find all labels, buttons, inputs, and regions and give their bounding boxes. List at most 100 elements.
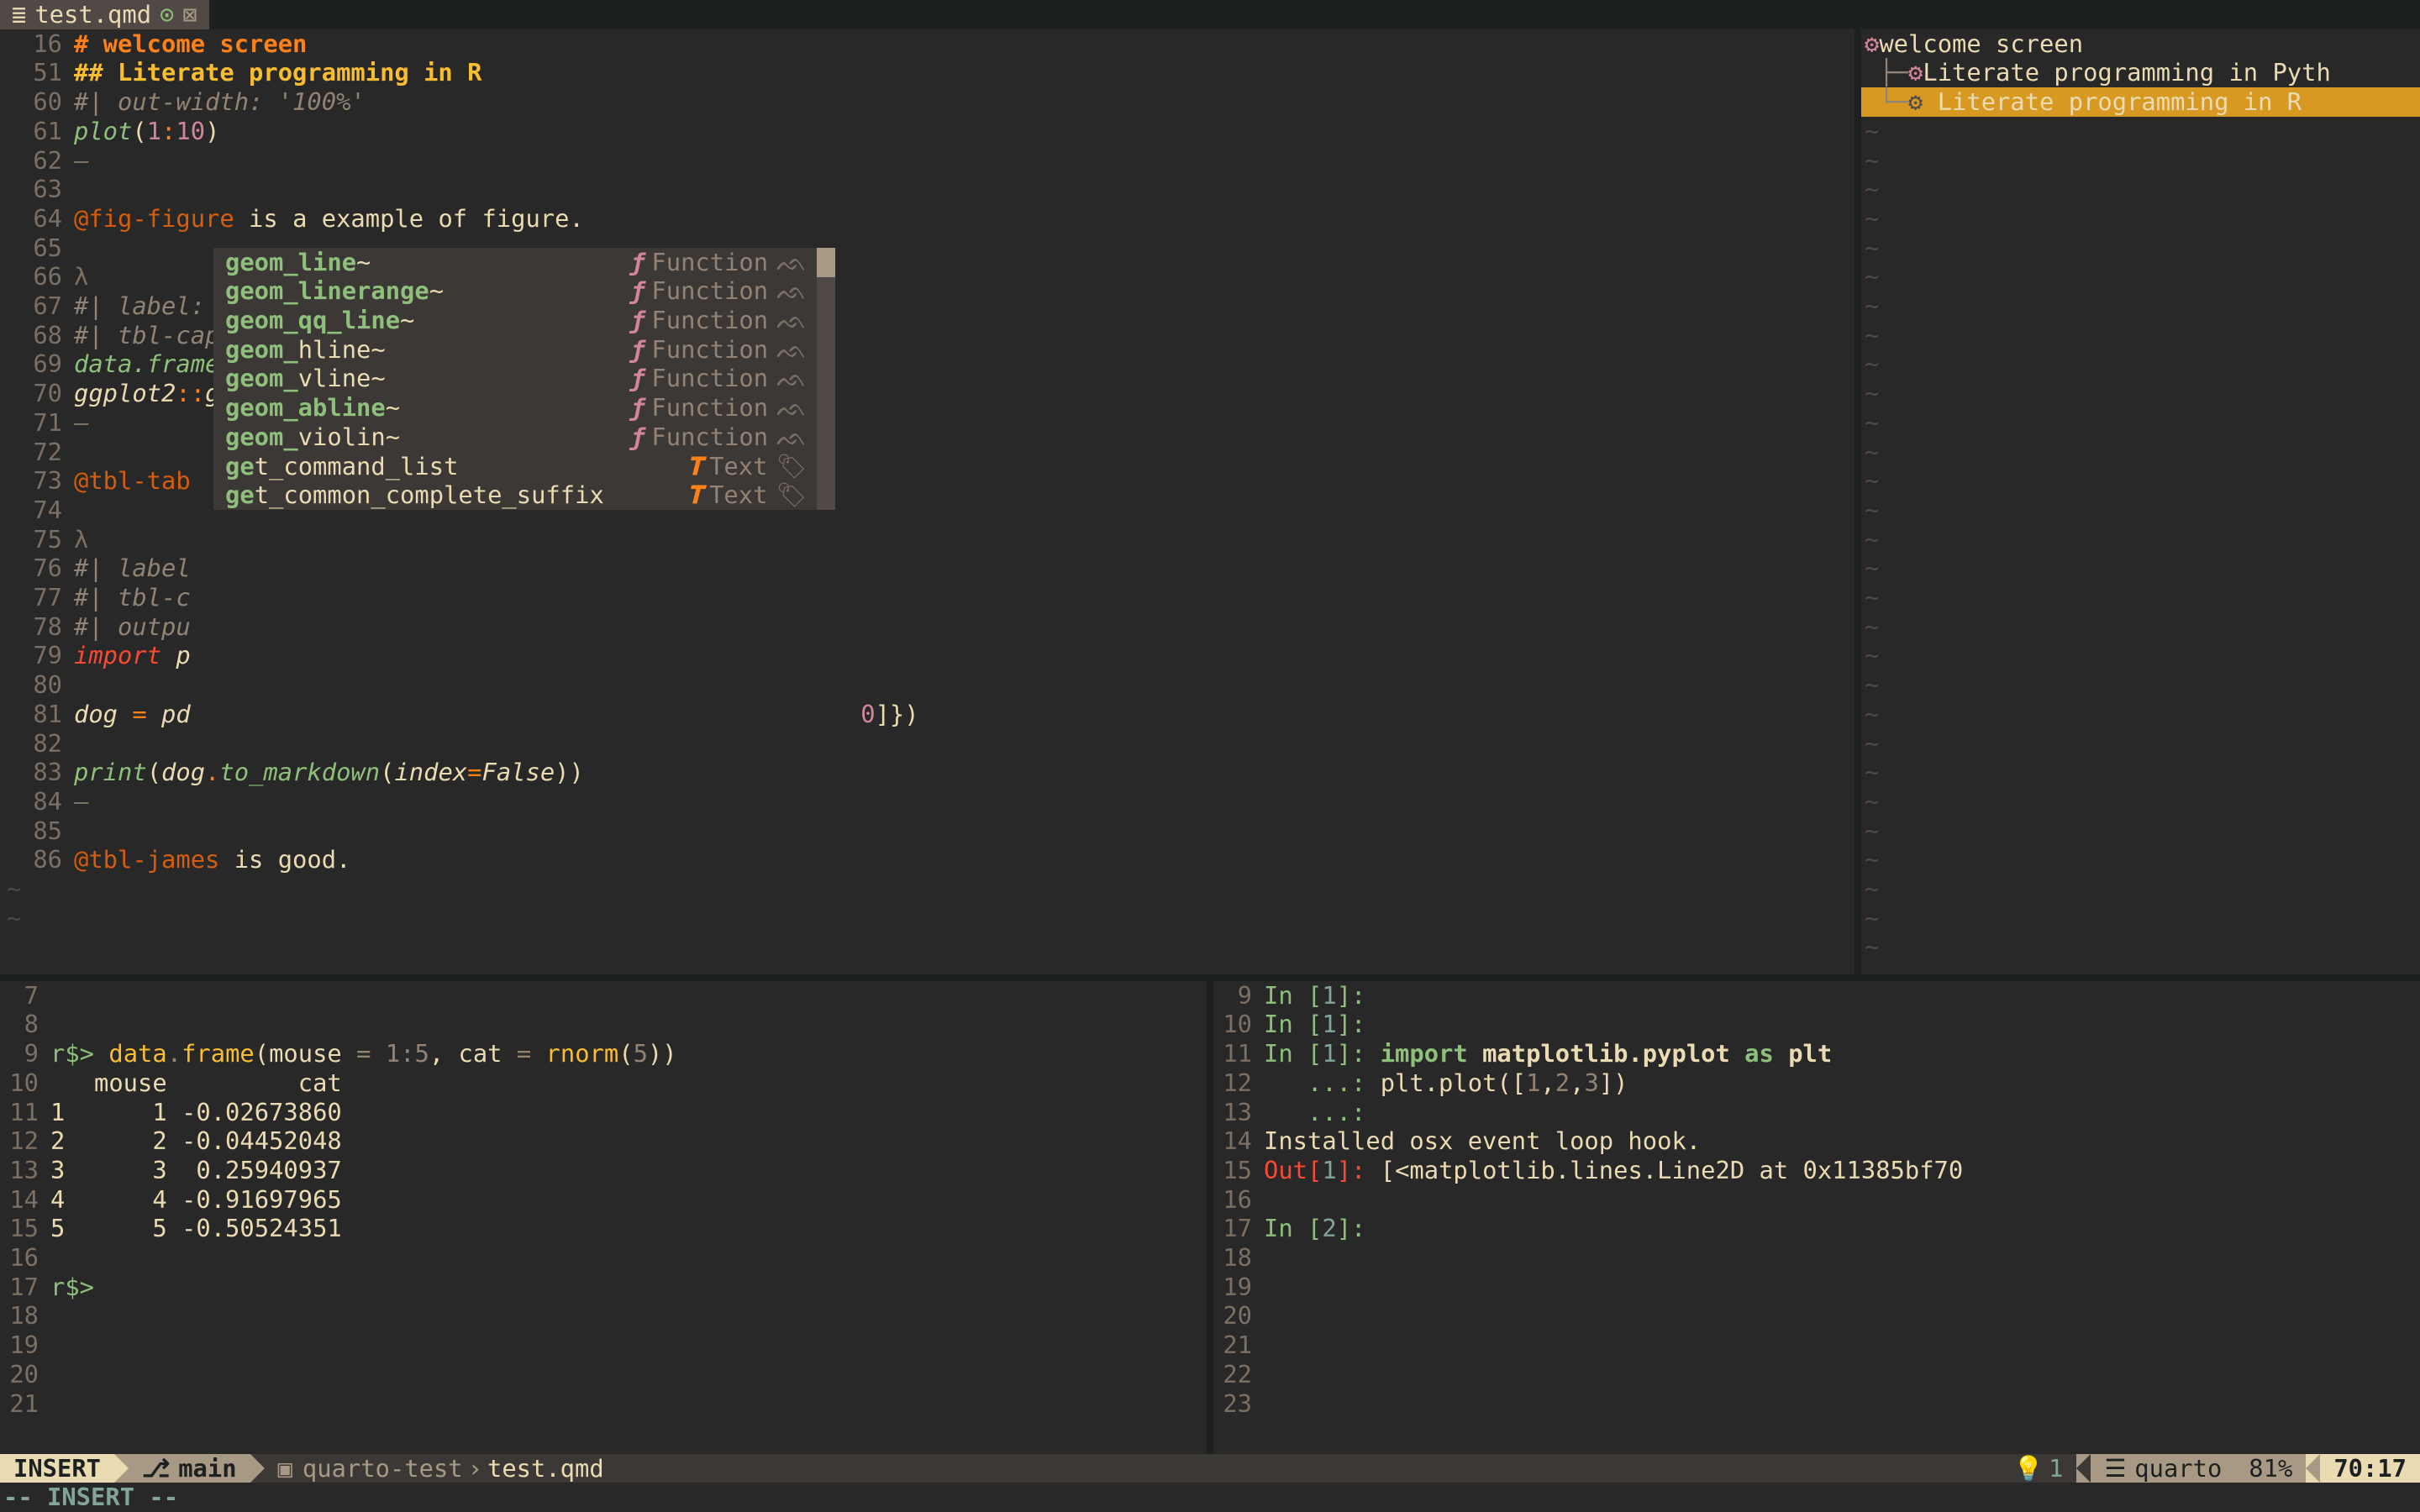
terminal-r[interactable]: 789r$> data.frame(mouse = 1:5, cat = rno… [0,981,1207,1454]
terminal-line[interactable]: 18 [0,1301,1207,1331]
line-number: 15 [0,1214,50,1243]
code-line[interactable]: 81dog = pd 0]}) [0,700,1854,729]
empty-line-tilde: ~ [1861,670,2420,700]
separator-icon [2076,1454,2091,1483]
code-line[interactable]: 82 [0,729,1854,759]
empty-line-tilde: ~ [1861,554,2420,583]
line-number: 51 [0,58,74,87]
code-line[interactable]: 76#| label [0,554,1854,583]
completion-item[interactable]: geom_linerange~ƒFunctionᨒ [213,276,817,306]
terminal-line[interactable]: 20 [0,1360,1207,1389]
completion-item[interactable]: get_command_list𝐓Text🏷 [213,452,817,481]
completion-item[interactable]: geom_hline~ƒFunctionᨒ [213,335,817,365]
empty-line-tilde: ~ [1861,904,2420,933]
outline-item[interactable]: ⚙welcome screen [1861,29,2420,59]
completion-item[interactable]: get_common_complete_suffix𝐓Text🏷 [213,480,817,510]
code-line[interactable]: 16# welcome screen [0,29,1854,59]
code-line[interactable]: 78#| outpu [0,612,1854,642]
status-diagnostics[interactable]: 💡 1 [2000,1454,2076,1483]
editor-main[interactable]: 16# welcome screen51## Literate programm… [0,29,1854,974]
empty-line-tilde: ~ [1861,438,2420,467]
code-line[interactable]: 80 [0,670,1854,700]
terminal-line[interactable]: 10 mouse cat [0,1068,1207,1098]
code-line[interactable]: 63 [0,175,1854,204]
completion-item[interactable]: geom_line~ƒFunctionᨒ [213,248,817,277]
code-line[interactable]: 77#| tbl-c [0,583,1854,612]
line-number: 16 [0,29,74,59]
terminal-line[interactable]: 17In [2]: [1213,1214,2420,1243]
completion-item[interactable]: geom_abline~ƒFunctionᨒ [213,393,817,423]
code-line[interactable]: 79import p [0,641,1854,670]
terminal-line[interactable]: 7 [0,981,1207,1011]
cmdline-text: -- INSERT -- [3,1483,178,1511]
terminal-vertical-split[interactable] [1207,981,1213,1454]
terminal-line[interactable]: 11In [1]: import matplotlib.pyplot as pl… [1213,1039,2420,1068]
completion-popup[interactable]: geom_line~ƒFunctionᨒgeom_linerange~ƒFunc… [213,248,835,510]
vertical-split[interactable] [1854,29,1861,974]
terminal-line[interactable]: 8 [0,1010,1207,1039]
code-line[interactable]: 75λ [0,525,1854,554]
code-line[interactable]: 64@fig-figure is a example of figure. [0,204,1854,234]
terminal-python[interactable]: 9In [1]: 10In [1]: 11In [1]: import matp… [1213,981,2420,1454]
terminal-line[interactable]: 19 [0,1331,1207,1360]
line-number: 23 [1213,1389,1264,1419]
terminal-line[interactable]: 23 [1213,1389,2420,1419]
empty-line-tilde: ~ [1861,962,2420,974]
line-number: 83 [0,758,74,787]
terminal-line[interactable]: 155 5 -0.50524351 [0,1214,1207,1243]
terminal-line[interactable]: 9In [1]: [1213,981,2420,1011]
terminal-line[interactable]: 15Out[1]: [<matplotlib.lines.Line2D at 0… [1213,1156,2420,1185]
empty-line-tilde: ~ [1861,758,2420,787]
code-line[interactable]: 61plot(1:10) [0,117,1854,146]
line-number: 14 [0,1185,50,1215]
terminal-line[interactable]: 16 [1213,1185,2420,1215]
empty-line-tilde: ~ [1861,700,2420,729]
code-line[interactable]: 86@tbl-james is good. [0,845,1854,874]
list-icon: ☰ [2104,1454,2134,1483]
completion-item[interactable]: geom_vline~ƒFunctionᨒ [213,364,817,393]
line-number: 20 [1213,1301,1264,1331]
terminal-line[interactable]: 20 [1213,1301,2420,1331]
empty-line-tilde: ~ [1861,466,2420,496]
line-number: 71 [0,408,74,438]
terminal-line[interactable]: 21 [0,1389,1207,1419]
terminal-line[interactable]: 144 4 -0.91697965 [0,1185,1207,1215]
tab-close-icon[interactable]: ⊠ [182,0,197,29]
terminal-line[interactable]: 19 [1213,1273,2420,1302]
terminal-line[interactable]: 10In [1]: [1213,1010,2420,1039]
completion-item[interactable]: geom_violin~ƒFunctionᨒ [213,423,817,452]
code-line[interactable]: 51## Literate programming in R [0,58,1854,87]
empty-line-tilde: ~ [1861,729,2420,759]
terminal-line[interactable]: 133 3 0.25940937 [0,1156,1207,1185]
terminal-line[interactable]: 21 [1213,1331,2420,1360]
terminal-line[interactable]: 12 ...: plt.plot([1,2,3]) [1213,1068,2420,1098]
terminal-line[interactable]: 18 [1213,1243,2420,1273]
empty-line-tilde: ~ [1861,496,2420,525]
file-type-icon: ▣ [278,1454,302,1483]
empty-line-tilde: ~ [1861,408,2420,438]
status-position: 70:17 [2320,1454,2420,1483]
code-line[interactable]: 60#| out-width: '100%' [0,87,1854,117]
terminal-line[interactable]: 22 [1213,1360,2420,1389]
terminal-line[interactable]: 9r$> data.frame(mouse = 1:5, cat = rnorm… [0,1039,1207,1068]
tab-test-qmd[interactable]: ≣ test.qmd ⊙ ⊠ [0,0,209,29]
command-line[interactable]: -- INSERT -- [0,1483,2420,1512]
horizontal-split[interactable] [0,974,2420,981]
outline-panel[interactable]: ⚙welcome screen ├─⚙Literate programming … [1861,29,2420,974]
empty-line-tilde: ~ [1861,379,2420,408]
terminal-line[interactable]: 122 2 -0.04452048 [0,1126,1207,1156]
terminal-line[interactable]: 14Installed osx event loop hook. [1213,1126,2420,1156]
code-line[interactable]: 83print(dog.to_markdown(index=False)) [0,758,1854,787]
code-line[interactable]: 62— [0,146,1854,176]
code-line[interactable]: 84— [0,787,1854,816]
terminal-line[interactable]: 111 1 -0.02673860 [0,1098,1207,1127]
code-line[interactable]: 85 [0,816,1854,846]
terminal-line[interactable]: 13 ...: [1213,1098,2420,1127]
terminal-line[interactable]: 17r$> [0,1273,1207,1302]
line-number: 9 [1213,981,1264,1011]
status-branch: ⎇ main [129,1454,250,1483]
outline-item[interactable]: └─⚙ Literate programming in R [1861,87,2420,117]
outline-item[interactable]: ├─⚙Literate programming in Pyth [1861,58,2420,87]
completion-item[interactable]: geom_qq_line~ƒFunctionᨒ [213,306,817,335]
terminal-line[interactable]: 16 [0,1243,1207,1273]
